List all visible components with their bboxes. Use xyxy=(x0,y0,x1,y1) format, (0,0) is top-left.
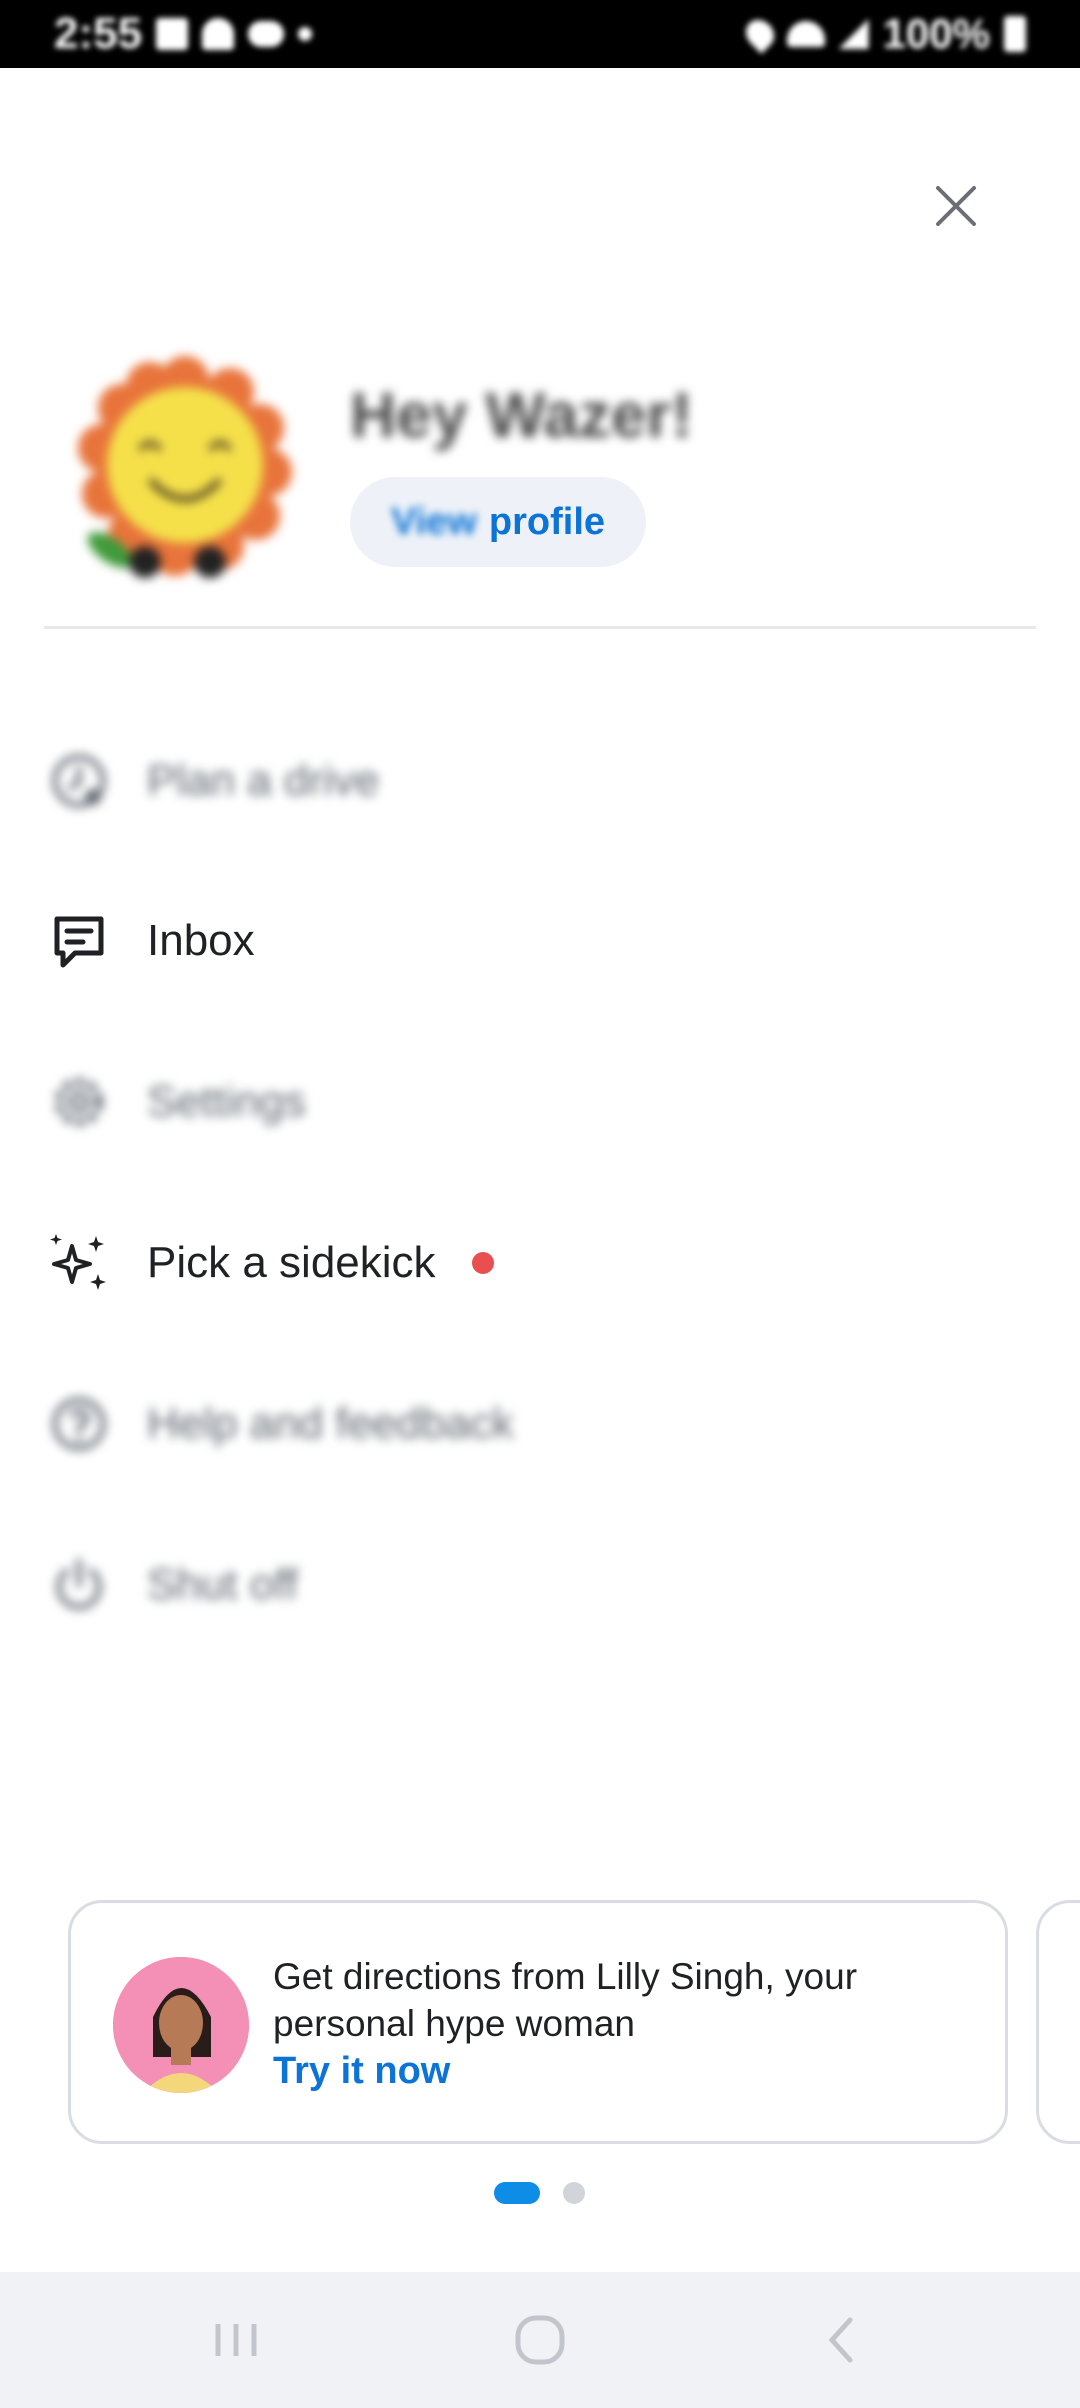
menu-label-plan-drive: Plan a drive xyxy=(147,756,380,805)
greeting: Hey Wazer! xyxy=(350,379,693,451)
notification-dot xyxy=(471,1252,494,1274)
wifi-icon xyxy=(786,21,825,47)
status-right: 100% xyxy=(739,8,1026,60)
recents-icon xyxy=(215,2324,257,2356)
location-icon xyxy=(739,14,780,54)
promo-avatar xyxy=(113,1957,249,2093)
close-button[interactable] xyxy=(920,170,992,242)
profile-label: profile xyxy=(488,500,606,543)
menu-item-help-feedback[interactable]: Help and feedback xyxy=(44,1369,944,1479)
battery-percent: 100% xyxy=(882,10,990,57)
menu-label-pick-sidekick: Pick a sidekick xyxy=(147,1238,436,1287)
menu-item-shut-off[interactable]: Shut off xyxy=(44,1530,944,1640)
clock-pin-icon xyxy=(44,746,114,816)
status-time: 2:55 xyxy=(54,9,143,58)
power-icon xyxy=(44,1550,114,1620)
back-button[interactable] xyxy=(762,2272,922,2408)
menu-label-shut-off: Shut off xyxy=(147,1560,298,1609)
navigation-bar xyxy=(0,2272,1080,2408)
menu-label-inbox: Inbox xyxy=(147,916,255,965)
try-it-now-link[interactable]: Try it now xyxy=(273,2050,450,2093)
divider xyxy=(44,626,1036,629)
status-bar: 2:55 100% xyxy=(0,0,1080,68)
back-icon xyxy=(828,2317,853,2363)
status-left: 2:55 xyxy=(54,8,313,60)
battery-icon xyxy=(1004,16,1026,52)
promo-text: Get directions from Lilly Singh, your pe… xyxy=(273,1956,858,2044)
close-icon xyxy=(936,186,976,226)
menu-label-help-feedback: Help and feedback xyxy=(147,1399,514,1448)
sparkles-icon xyxy=(44,1228,114,1298)
menu-item-inbox[interactable]: Inbox xyxy=(44,886,944,996)
home-button[interactable] xyxy=(460,2272,620,2408)
pager-dot-active[interactable] xyxy=(494,2182,540,2204)
dot-icon xyxy=(298,27,313,41)
home-icon xyxy=(515,2315,565,2365)
inbox-icon xyxy=(44,906,114,976)
promo-card[interactable]: Get directions from Lilly Singh, your pe… xyxy=(68,1900,1008,2144)
avatar[interactable] xyxy=(70,350,300,580)
menu-label-settings: Settings xyxy=(147,1077,306,1126)
calendar-icon xyxy=(156,18,189,50)
view-profile-button[interactable]: View profile xyxy=(350,477,646,567)
gear-icon xyxy=(44,1067,114,1137)
wifi-calling-icon xyxy=(202,18,235,50)
cloud-icon xyxy=(248,21,285,47)
menu-item-settings[interactable]: Settings xyxy=(44,1047,944,1157)
next-promo-card[interactable] xyxy=(1036,1900,1080,2144)
recents-button[interactable] xyxy=(156,2272,316,2408)
question-icon xyxy=(44,1389,114,1459)
pager-dot[interactable] xyxy=(563,2182,585,2204)
menu-item-pick-sidekick[interactable]: Pick a sidekick xyxy=(44,1208,944,1318)
view-label: View xyxy=(390,500,477,543)
signal-icon xyxy=(838,19,869,49)
menu-item-plan-drive[interactable]: Plan a drive xyxy=(44,726,944,836)
